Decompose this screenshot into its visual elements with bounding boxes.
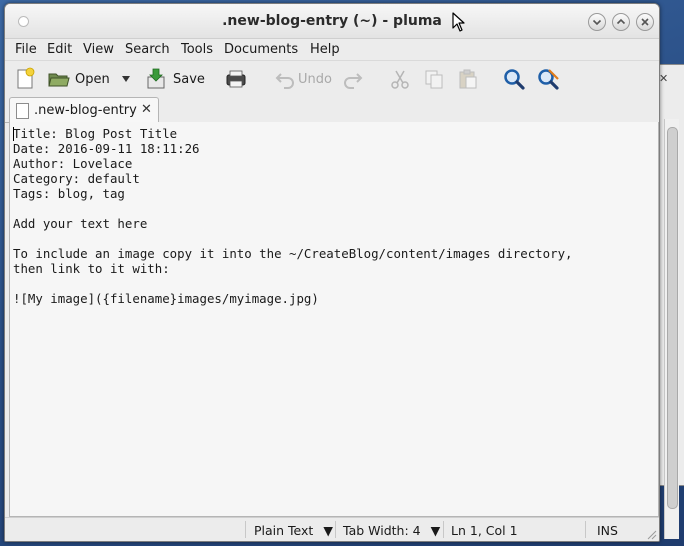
menu-tools[interactable]: Tools xyxy=(181,42,213,57)
close-tab-icon[interactable]: ✕ xyxy=(141,102,152,117)
menu-documents[interactable]: Documents xyxy=(224,42,298,57)
pluma-window: .new-blog-entry (~) - pluma File Edit Vi… xyxy=(4,3,660,542)
text-editor[interactable]: Title: Blog Post Title Date: 2016-09-11 … xyxy=(9,122,659,517)
status-separator xyxy=(443,521,444,538)
save-button[interactable]: Save xyxy=(144,67,205,91)
tab-label: .new-blog-entry xyxy=(34,103,137,118)
cut-button[interactable] xyxy=(389,67,411,91)
status-separator xyxy=(335,521,336,538)
folder-open-icon xyxy=(48,73,70,87)
close-icon[interactable]: ✕ xyxy=(659,73,671,85)
language-label: Plain Text xyxy=(254,523,314,538)
printer-icon xyxy=(226,70,246,88)
language-selector[interactable]: Plain Text ▼ xyxy=(254,523,333,538)
new-button[interactable] xyxy=(13,67,37,91)
open-button[interactable]: Open xyxy=(47,67,110,91)
print-button[interactable] xyxy=(224,67,248,91)
resize-grip-icon[interactable] xyxy=(645,528,657,540)
redo-button[interactable] xyxy=(342,67,364,91)
dropdown-arrow-icon xyxy=(122,76,130,82)
chevron-down-icon xyxy=(592,19,602,26)
editor-content[interactable]: Title: Blog Post Title Date: 2016-09-11 … xyxy=(13,126,573,306)
redo-icon xyxy=(344,73,363,89)
recent-files-dropdown[interactable] xyxy=(120,67,132,91)
find-button[interactable] xyxy=(502,67,526,91)
undo-icon xyxy=(275,73,294,89)
menu-view[interactable]: View xyxy=(83,42,114,57)
minimize-button[interactable] xyxy=(588,13,606,31)
paste-icon xyxy=(459,69,477,89)
menu-search[interactable]: Search xyxy=(125,42,170,57)
background-scrollbar xyxy=(664,119,679,539)
menu-bar: File Edit View Search Tools Documents He… xyxy=(5,38,659,60)
chevron-up-icon xyxy=(616,18,626,25)
text-caret xyxy=(13,127,14,141)
insert-mode: INS xyxy=(597,523,618,538)
tab-new-blog-entry[interactable]: .new-blog-entry ✕ xyxy=(9,97,159,123)
document-tab-bar: .new-blog-entry ✕ xyxy=(5,96,659,123)
paste-button[interactable] xyxy=(457,67,479,91)
find-replace-icon xyxy=(538,69,559,90)
search-icon xyxy=(504,69,525,90)
undo-label: Undo xyxy=(298,71,332,87)
dropdown-arrow-icon: ▼ xyxy=(430,523,441,538)
cursor-position: Ln 1, Col 1 xyxy=(451,523,518,538)
open-label: Open xyxy=(75,71,110,87)
toolbar: Open Save Undo xyxy=(5,60,659,97)
close-icon xyxy=(641,18,649,26)
text-document-icon xyxy=(16,103,29,119)
replace-button[interactable] xyxy=(536,67,560,91)
save-icon xyxy=(147,68,165,89)
new-document-icon xyxy=(17,67,35,89)
menu-file[interactable]: File xyxy=(15,42,37,57)
undo-button[interactable]: Undo xyxy=(274,67,332,91)
close-button[interactable] xyxy=(636,13,654,31)
title-bar[interactable]: .new-blog-entry (~) - pluma xyxy=(5,4,659,39)
tab-width-selector[interactable]: Tab Width: 4 ▼ xyxy=(343,523,440,538)
menu-help[interactable]: Help xyxy=(310,42,340,57)
window-title: .new-blog-entry (~) - pluma xyxy=(222,13,442,29)
menu-edit[interactable]: Edit xyxy=(47,42,72,57)
dropdown-arrow-icon: ▼ xyxy=(323,523,333,538)
scissors-icon xyxy=(391,70,409,89)
status-separator xyxy=(245,521,246,538)
save-label: Save xyxy=(173,71,205,87)
scrollbar-thumb xyxy=(667,127,678,509)
tab-width-label: Tab Width: 4 xyxy=(343,523,421,538)
status-separator xyxy=(585,521,586,538)
copy-icon xyxy=(425,70,443,89)
mouse-pointer-icon xyxy=(452,12,465,32)
maximize-button[interactable] xyxy=(612,13,630,31)
status-bar: Plain Text ▼ Tab Width: 4 ▼ Ln 1, Col 1 … xyxy=(5,517,659,541)
copy-button[interactable] xyxy=(423,67,445,91)
